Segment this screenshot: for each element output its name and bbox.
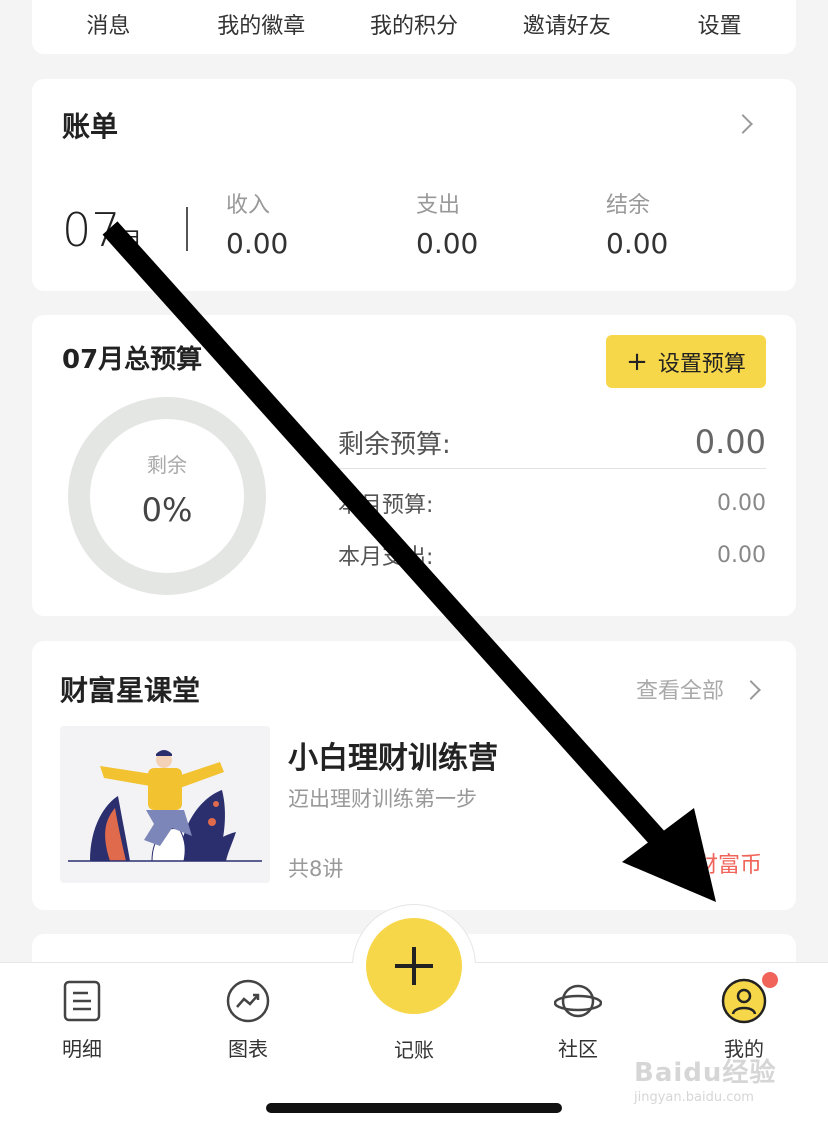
ring-percent: 0% <box>141 491 193 529</box>
balance-label: 结余 <box>606 193 651 218</box>
remaining-budget-row: 剩余预算: 0.00 <box>338 423 766 461</box>
budget-title: 07月总预算 <box>62 345 203 375</box>
month-budget-label: 本月预算: <box>338 493 434 518</box>
bill-title: 账单 <box>62 110 119 143</box>
classroom-card: 财富星课堂 查看全部 小白理财训练营 迈出理财训练第一步 共8讲 财富币 <box>32 641 796 910</box>
month-budget-value: 0.00 <box>717 490 766 516</box>
course-title[interactable]: 小白理财训练营 <box>288 733 498 777</box>
watermark-brand: Baidu经验 <box>634 1058 777 1088</box>
top-menu: 消息 我的徽章 我的积分 邀请好友 设置 <box>32 0 796 54</box>
tab-community-label: 社区 <box>558 1037 598 1061</box>
month-budget-row: 本月预算: 0.00 <box>338 487 766 519</box>
month-spend-value: 0.00 <box>717 542 766 568</box>
expense-label: 支出 <box>416 193 461 218</box>
divider <box>186 207 188 251</box>
menu-item-messages[interactable]: 消息 <box>32 4 185 40</box>
set-budget-label: 设置预算 <box>657 351 746 377</box>
tab-details[interactable]: 明细 <box>22 977 142 1062</box>
plus-icon <box>395 947 433 985</box>
add-record-button[interactable] <box>366 918 462 1014</box>
expense-value: 0.00 <box>416 227 479 260</box>
list-icon <box>63 980 101 1022</box>
set-budget-button[interactable]: + 设置预算 <box>606 335 766 388</box>
watermark-url: jingyan.baidu.com <box>634 1090 754 1105</box>
month-spend-row: 本月支出: 0.00 <box>338 539 766 571</box>
menu-item-points[interactable]: 我的积分 <box>338 4 491 40</box>
balance-value: 0.00 <box>606 227 669 260</box>
divider <box>338 468 766 469</box>
tab-charts[interactable]: 图表 <box>188 977 308 1062</box>
chevron-right-icon[interactable] <box>733 114 753 134</box>
notification-dot <box>762 972 778 988</box>
tab-record-label: 记账 <box>394 1038 434 1062</box>
menu-item-invite[interactable]: 邀请好友 <box>490 4 643 40</box>
user-icon <box>721 978 767 1024</box>
menu-item-settings[interactable]: 设置 <box>643 4 796 40</box>
chevron-right-icon[interactable] <box>741 680 761 700</box>
remaining-budget-label: 剩余预算: <box>338 429 451 460</box>
income-value: 0.00 <box>226 227 289 260</box>
tab-mine[interactable]: 我的 <box>684 977 804 1062</box>
tab-community[interactable]: 社区 <box>518 977 638 1062</box>
remaining-budget-value: 0.00 <box>694 423 766 461</box>
course-thumbnail[interactable] <box>60 726 270 883</box>
home-indicator[interactable] <box>266 1103 562 1113</box>
budget-card: 07月总预算 + 设置预算 剩余 0% 剩余预算: 0.00 本月预算: 0.0… <box>32 315 796 616</box>
tab-charts-label: 图表 <box>228 1037 268 1061</box>
course-subtitle: 迈出理财训练第一步 <box>288 787 477 811</box>
classroom-title: 财富星课堂 <box>60 674 201 707</box>
income-label: 收入 <box>226 193 271 218</box>
course-price: 财富币 <box>696 853 763 878</box>
month-spend-label: 本月支出: <box>338 545 434 570</box>
plus-icon: + <box>626 346 648 377</box>
bill-month: 07 <box>62 203 121 257</box>
see-all-link[interactable]: 查看全部 <box>636 673 724 705</box>
bill-card[interactable]: 账单 07 月 收入 0.00 支出 0.00 结余 0.00 <box>32 79 796 291</box>
trend-chart-icon <box>226 979 270 1023</box>
planet-icon <box>554 984 602 1018</box>
menu-item-badges[interactable]: 我的徽章 <box>185 4 338 40</box>
ring-label: 剩余 <box>147 453 187 477</box>
tab-details-label: 明细 <box>62 1037 102 1061</box>
bill-month-unit: 月 <box>120 229 143 254</box>
course-lesson-count: 共8讲 <box>288 857 344 881</box>
